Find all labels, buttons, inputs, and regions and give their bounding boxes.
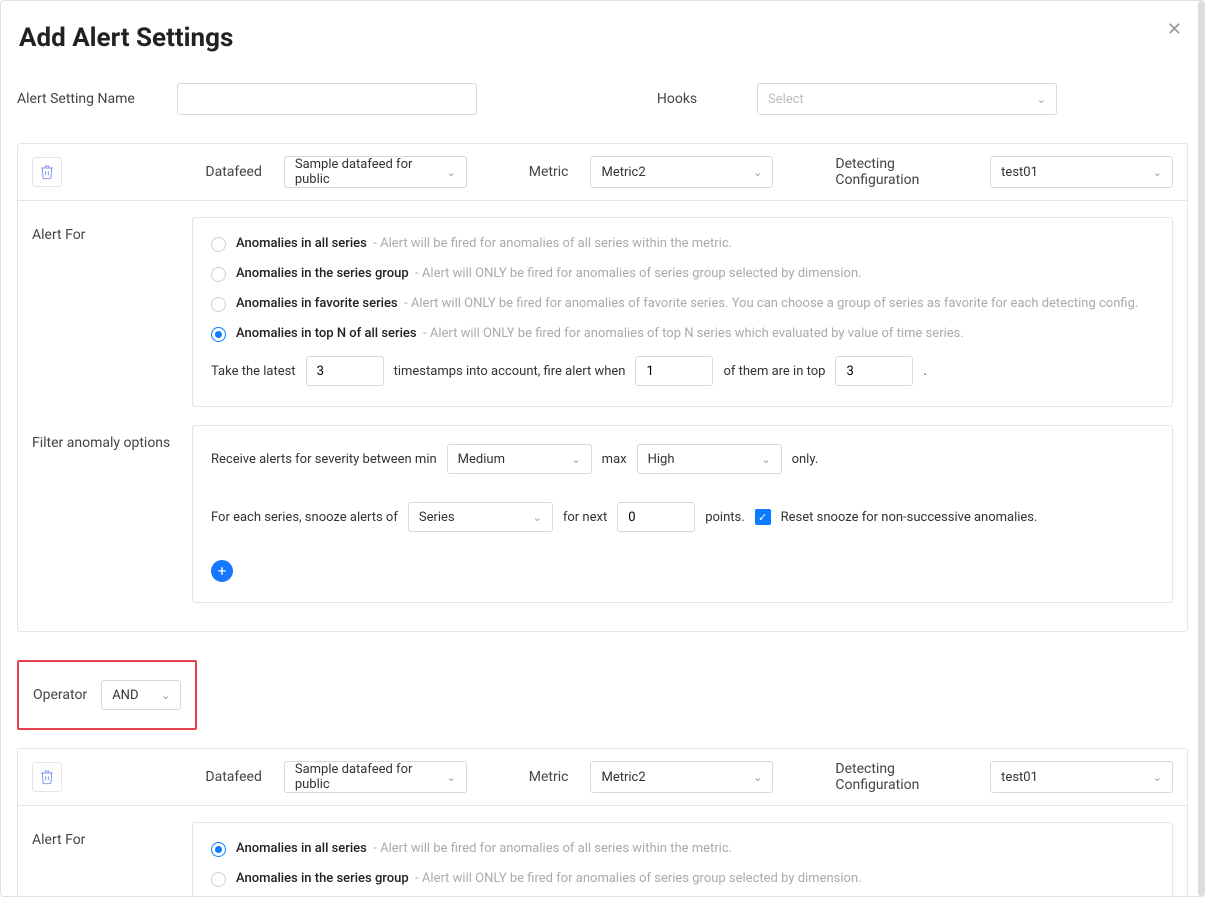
radio-series-group[interactable]	[211, 267, 226, 282]
datafeed-select-1[interactable]: Sample datafeed for public ⌄	[284, 156, 467, 188]
close-icon[interactable]: ✕	[1167, 19, 1182, 40]
top-n-timestamps-input[interactable]	[306, 356, 384, 386]
chevron-down-icon: ⌄	[753, 166, 762, 179]
radio-series-group[interactable]	[211, 872, 226, 887]
alert-rule-card-2: Datafeed Sample datafeed for public ⌄ Me…	[17, 748, 1188, 897]
chevron-down-icon: ⌄	[1153, 771, 1162, 784]
alert-for-label: Alert For	[32, 217, 178, 407]
scrollbar[interactable]	[1198, 1, 1204, 896]
metric-select-1[interactable]: Metric2 ⌄	[590, 156, 773, 188]
radio-favorite-series[interactable]	[211, 297, 226, 312]
metric-label: Metric	[529, 164, 569, 180]
datafeed-label: Datafeed	[205, 164, 261, 180]
chevron-down-icon: ⌄	[1037, 93, 1046, 106]
reset-snooze-checkbox[interactable]: ✓	[755, 509, 771, 525]
chevron-down-icon: ⌄	[161, 689, 170, 702]
detecting-config-label: Detecting Configuration	[835, 156, 968, 188]
detecting-config-select-1[interactable]: test01 ⌄	[990, 156, 1173, 188]
radio-all-series[interactable]	[211, 842, 226, 857]
alert-setting-name-label: Alert Setting Name	[17, 91, 177, 107]
add-alert-settings-modal: ✕ Add Alert Settings Alert Setting Name …	[0, 0, 1205, 897]
metric-select-2[interactable]: Metric2 ⌄	[590, 761, 773, 793]
top-n-intop-input[interactable]	[835, 356, 913, 386]
filter-options-label: Filter anomaly options	[32, 425, 178, 603]
severity-max-select[interactable]: High ⌄	[637, 444, 782, 474]
trash-icon	[39, 769, 55, 785]
chevron-down-icon: ⌄	[571, 453, 580, 466]
detecting-config-select-2[interactable]: test01 ⌄	[990, 761, 1173, 793]
hooks-select[interactable]: Select ⌄	[757, 83, 1057, 115]
radio-top-n[interactable]	[211, 327, 226, 342]
datafeed-label: Datafeed	[205, 769, 261, 785]
radio-all-series[interactable]	[211, 237, 226, 252]
snooze-type-select[interactable]: Series ⌄	[408, 502, 553, 532]
alert-for-label: Alert For	[32, 822, 178, 897]
chevron-down-icon: ⌄	[753, 771, 762, 784]
chevron-down-icon: ⌄	[446, 166, 455, 179]
trash-icon	[39, 164, 55, 180]
metric-label: Metric	[529, 769, 569, 785]
add-filter-button[interactable]: +	[211, 560, 233, 582]
chevron-down-icon: ⌄	[1153, 166, 1162, 179]
snooze-points-input[interactable]	[617, 502, 695, 532]
alert-rule-card-1: Datafeed Sample datafeed for public ⌄ Me…	[17, 143, 1188, 632]
chevron-down-icon: ⌄	[533, 511, 542, 524]
datafeed-select-2[interactable]: Sample datafeed for public ⌄	[284, 761, 467, 793]
chevron-down-icon: ⌄	[761, 453, 770, 466]
severity-min-select[interactable]: Medium ⌄	[447, 444, 592, 474]
operator-box: Operator AND ⌄	[17, 660, 197, 730]
delete-rule-button[interactable]	[32, 762, 62, 792]
operator-select[interactable]: AND ⌄	[101, 680, 181, 710]
delete-rule-button[interactable]	[32, 157, 62, 187]
alert-setting-name-input[interactable]	[177, 83, 477, 115]
detecting-config-label: Detecting Configuration	[835, 761, 968, 793]
top-n-when-input[interactable]	[635, 356, 713, 386]
modal-title: Add Alert Settings	[17, 1, 1188, 83]
chevron-down-icon: ⌄	[446, 771, 455, 784]
hooks-label: Hooks	[597, 91, 757, 107]
